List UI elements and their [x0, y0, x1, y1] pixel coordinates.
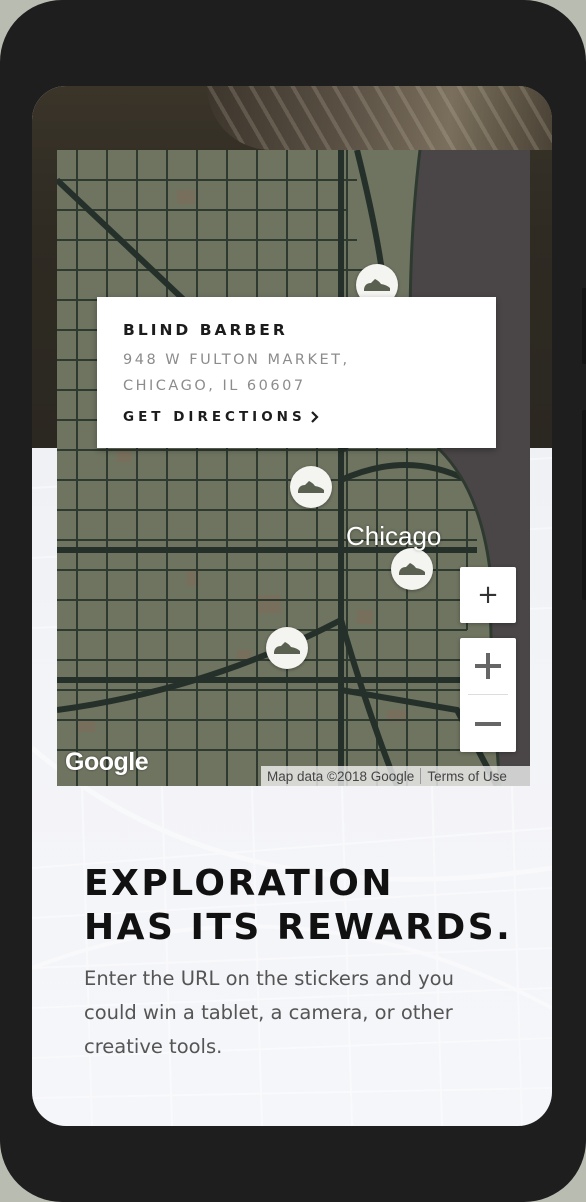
zoom-divider [468, 694, 508, 695]
address-line-1: 948 W FULTON MARKET, [123, 352, 350, 368]
sneaker-icon [274, 642, 300, 654]
headline-line-1: EXPLORATION [84, 863, 394, 904]
page-headline: EXPLORATION HAS ITS REWARDS. [84, 862, 524, 950]
map[interactable]: Chicago + Google Map data ©2018 Google T… [57, 150, 530, 786]
map-attribution-bar: Map data ©2018 Google Terms of Use [261, 766, 530, 786]
zoom-button[interactable]: + [460, 567, 516, 623]
map-city-label: Chicago [346, 521, 442, 551]
sneaker-marker[interactable] [391, 548, 433, 590]
location-name: BLIND BARBER [123, 321, 288, 339]
zoom-control [460, 638, 516, 752]
terms-of-use-link[interactable]: Terms of Use [421, 769, 513, 784]
sneaker-icon [298, 481, 324, 493]
headline-line-2: HAS ITS REWARDS. [84, 907, 513, 948]
power-button [582, 410, 586, 600]
chevron-right-icon [310, 411, 319, 423]
map-data-attribution: Map data ©2018 Google [267, 768, 415, 784]
get-directions-link[interactable]: GET DIRECTIONS [123, 409, 470, 425]
minus-icon [475, 722, 501, 726]
address-line-2: CHICAGO, IL 60607 [123, 378, 306, 394]
sneaker-icon [399, 563, 425, 575]
plus-icon: + [477, 580, 499, 610]
plus-icon [475, 653, 501, 679]
sneaker-marker[interactable] [290, 466, 332, 508]
sneaker-marker[interactable] [266, 627, 308, 669]
zoom-out-button[interactable] [460, 696, 516, 752]
body-copy: Enter the URL on the stickers and you co… [84, 967, 454, 1058]
location-address: 948 W FULTON MARKET, CHICAGO, IL 60607 [123, 347, 470, 399]
sneaker-icon [364, 279, 390, 291]
location-info-card: BLIND BARBER 948 W FULTON MARKET, CHICAG… [97, 297, 496, 448]
phone-frame: Chicago + Google Map data ©2018 Google T… [0, 0, 586, 1202]
zoom-in-button[interactable] [460, 638, 516, 694]
google-logo: Google [65, 748, 149, 776]
volume-button [582, 288, 586, 364]
hero-sneaker-image [207, 86, 552, 150]
get-directions-label: GET DIRECTIONS [123, 409, 306, 425]
screen: Chicago + Google Map data ©2018 Google T… [32, 86, 552, 1126]
